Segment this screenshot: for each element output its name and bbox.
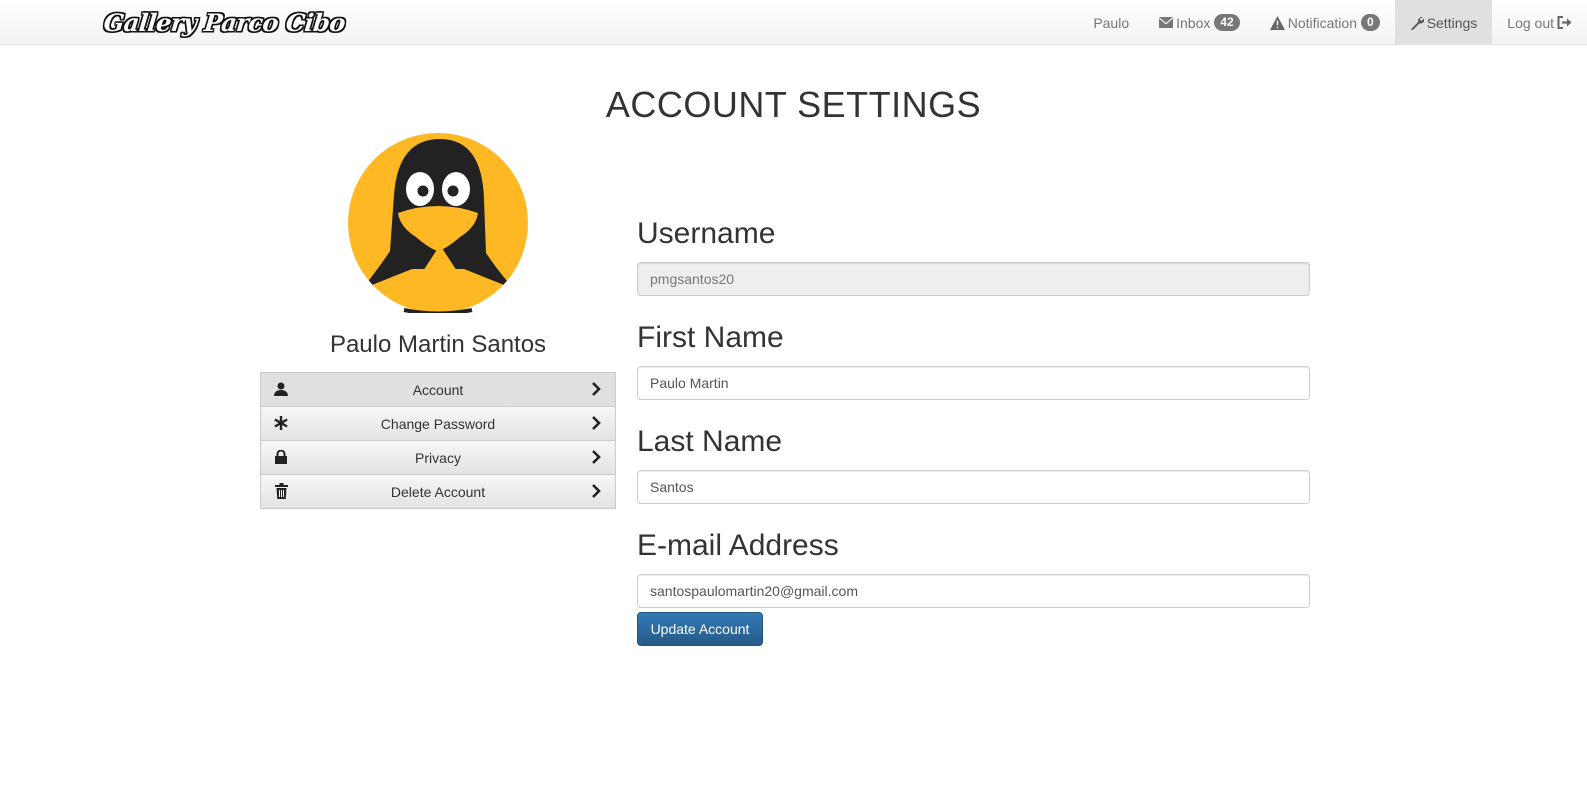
menu-item-label: Delete Account [390, 483, 486, 500]
asterisk-icon [273, 415, 289, 431]
menu-item-label: Change Password [380, 415, 496, 432]
last-name-field[interactable] [637, 470, 1310, 504]
envelope-icon [1159, 17, 1174, 28]
email-label: E-mail Address [637, 529, 839, 562]
first-name-label: First Name [637, 321, 784, 354]
update-account-button[interactable]: Update Account [637, 612, 763, 646]
user-icon [273, 381, 289, 397]
profile-name: Paulo Martin Santos [329, 331, 547, 358]
nav-notification-label: Notification [1287, 14, 1357, 31]
nav-settings-label: Settings [1426, 14, 1478, 31]
account-form: Username First Name Last Name E-mail Add… [637, 212, 1310, 628]
trash-icon [273, 483, 289, 499]
chevron-right-icon [589, 381, 603, 397]
first-name-field[interactable] [637, 366, 1310, 400]
username-field [637, 262, 1310, 296]
inbox-count-badge: 42 [1214, 14, 1240, 31]
menu-item-label: Account [412, 381, 464, 398]
last-name-label: Last Name [637, 425, 783, 458]
notification-count-badge: 0 [1361, 14, 1380, 31]
brand-logo[interactable]: Gallery Parco Cibo [102, 4, 347, 40]
chevron-right-icon [589, 449, 603, 465]
warning-icon [1269, 15, 1285, 30]
nav-inbox[interactable]: Inbox 42 [1144, 0, 1255, 45]
settings-menu: Account Change Password Privacy Delete A… [260, 372, 616, 509]
username-label: Username [637, 217, 776, 250]
nav-settings[interactable]: Settings [1394, 0, 1493, 45]
email-field[interactable] [637, 574, 1310, 608]
top-navbar: Gallery Parco Cibo Paulo Inbox 42 Notifi… [0, 0, 1587, 45]
nav-logout-label: Log out [1507, 14, 1554, 31]
page-title: ACCOUNT SETTINGS [605, 84, 982, 125]
nav-user-label: Paulo [1093, 14, 1130, 31]
nav-notification[interactable]: Notification 0 [1255, 0, 1395, 45]
lock-icon [273, 449, 289, 465]
avatar [348, 133, 528, 316]
menu-item-privacy[interactable]: Privacy [260, 440, 616, 475]
menu-item-label: Privacy [415, 449, 461, 466]
chevron-right-icon [589, 483, 603, 499]
menu-item-change-password[interactable]: Change Password [260, 406, 616, 441]
nav-inbox-label: Inbox [1176, 14, 1211, 31]
menu-item-delete-account[interactable]: Delete Account [260, 474, 616, 509]
chevron-right-icon [589, 415, 603, 431]
nav-logout[interactable]: Log out [1492, 0, 1587, 45]
navbar-right: Paulo Inbox 42 Notification 0 Settings L… [1078, 0, 1587, 45]
wrench-icon [1410, 16, 1424, 30]
menu-item-account[interactable]: Account [260, 372, 616, 407]
logout-icon [1557, 16, 1572, 29]
nav-user[interactable]: Paulo [1078, 0, 1144, 45]
